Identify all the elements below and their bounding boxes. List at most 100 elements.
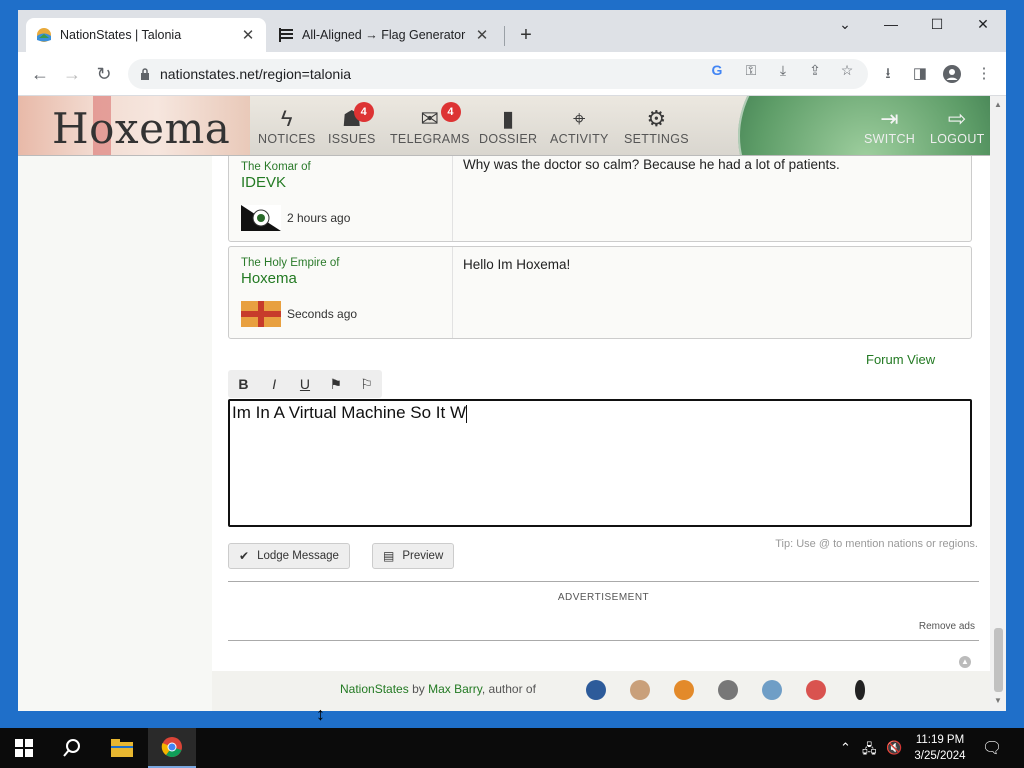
- nav-logout[interactable]: ⇨ LOGOUT: [930, 106, 985, 146]
- side-panel-icon[interactable]: ◨: [908, 63, 932, 85]
- volume-muted-icon[interactable]: 🔇: [886, 740, 902, 756]
- message-time: Seconds ago: [287, 307, 358, 321]
- file-explorer-icon[interactable]: [98, 728, 146, 768]
- install-app-icon[interactable]: ⤓: [772, 59, 794, 81]
- nav-label: DOSSIER: [479, 132, 538, 146]
- nav-telegrams[interactable]: ✉ 4 TELEGRAMS: [390, 102, 470, 146]
- preview-button[interactable]: ▤ Preview: [372, 543, 455, 569]
- preview-doc-icon: ▤: [383, 549, 395, 563]
- italic-button[interactable]: I: [259, 376, 290, 392]
- nav-label: TELEGRAMS: [390, 132, 470, 146]
- tab-nationstates[interactable]: NationStates | Talonia ✕: [26, 18, 266, 52]
- flag-outline-button[interactable]: ⚐: [351, 376, 382, 393]
- message-textarea[interactable]: Im In A Virtual Machine So It W: [228, 399, 972, 527]
- tab-flag-generator[interactable]: All-Aligned → Flag Generator ✕: [268, 18, 500, 52]
- windows-taskbar: ⌃ 🖧 🔇 11:19 PM 3/25/2024 🗨: [0, 728, 1024, 768]
- key-icon[interactable]: ⚿: [740, 59, 762, 81]
- chrome-taskbar-icon[interactable]: [148, 728, 196, 768]
- nav-label: LOGOUT: [930, 132, 985, 146]
- book-eye-icon[interactable]: [762, 680, 782, 700]
- page-viewport: The Komar of IDEVK 2 hours ago Why was t…: [18, 96, 990, 711]
- nav-issues[interactable]: ☗ 4 ISSUES: [328, 102, 376, 146]
- left-sidebar: [18, 96, 212, 711]
- tab-search-chevron-icon[interactable]: ⌄: [830, 16, 860, 33]
- close-window-button[interactable]: ✕: [968, 16, 998, 33]
- nav-activity[interactable]: ⌖ ACTIVITY: [550, 106, 609, 146]
- close-tab-icon[interactable]: ✕: [474, 26, 490, 44]
- close-tab-icon[interactable]: ✕: [240, 26, 256, 44]
- nav-switch[interactable]: ⇥ SWITCH: [864, 106, 915, 146]
- person-icon: ☗ 4: [342, 102, 374, 132]
- profile-avatar-icon[interactable]: [940, 63, 964, 85]
- network-icon[interactable]: 🖧: [862, 740, 877, 762]
- browser-toolbar: ← → ↻ nationstates.net/region=talonia G …: [18, 52, 1006, 96]
- message-card: The Holy Empire of Hoxema Seconds ago He…: [228, 246, 972, 339]
- mention-tip: Tip: Use @ to mention nations or regions…: [775, 538, 978, 550]
- book-jennifer-government-icon[interactable]: [674, 680, 694, 700]
- notifications-icon[interactable]: 🗨: [982, 738, 1002, 758]
- forum-view-link[interactable]: Forum View: [866, 352, 935, 367]
- tab-bar: NationStates | Talonia ✕ All-Aligned → F…: [18, 10, 1006, 52]
- nationstates-link[interactable]: NationStates: [340, 682, 409, 696]
- nation-name-link[interactable]: Hoxema: [241, 270, 440, 287]
- max-barry-link[interactable]: Max Barry: [428, 682, 482, 696]
- telegrams-badge: 4: [440, 102, 461, 122]
- nav-label: ACTIVITY: [550, 132, 609, 146]
- system-clock[interactable]: 11:19 PM 3/25/2024: [908, 732, 972, 764]
- search-icon[interactable]: [48, 728, 96, 768]
- scroll-up-icon[interactable]: ▲: [994, 100, 1002, 109]
- text-caret: [466, 404, 468, 423]
- underline-button[interactable]: U: [290, 376, 321, 392]
- tab-separator: [504, 26, 505, 46]
- book-icon: ▮: [501, 106, 515, 131]
- gears-icon: ⚙: [646, 106, 667, 131]
- new-tab-button[interactable]: +: [515, 24, 537, 46]
- lodge-message-button[interactable]: ✔ Lodge Message: [228, 543, 350, 569]
- url-text: nationstates.net/region=talonia: [160, 66, 352, 82]
- nation-pretitle: The Holy Empire of: [241, 257, 340, 269]
- message-draft-text: Im In A Virtual Machine So It W: [232, 403, 467, 422]
- lightning-icon: ϟ: [280, 106, 293, 131]
- nation-pretitle: The Komar of: [241, 161, 311, 173]
- back-arrow-icon[interactable]: ←: [28, 62, 52, 86]
- book-survivors-icon[interactable]: [806, 680, 826, 700]
- flag-filled-button[interactable]: ⚑: [320, 376, 351, 393]
- windows-start-icon[interactable]: [0, 728, 48, 768]
- message-time: 2 hours ago: [287, 211, 351, 225]
- nav-settings[interactable]: ⚙ SETTINGS: [624, 106, 689, 146]
- nation-title[interactable]: Hoxema: [52, 104, 230, 153]
- forward-arrow-icon[interactable]: →: [60, 62, 84, 86]
- scroll-down-icon[interactable]: ▼: [994, 696, 1002, 705]
- google-icon[interactable]: G: [706, 59, 728, 81]
- tray-chevron-icon[interactable]: ⌃: [840, 740, 851, 756]
- nation-name-link[interactable]: IDEVK: [241, 174, 440, 191]
- bookmark-star-icon[interactable]: ☆: [836, 59, 858, 81]
- reload-icon[interactable]: ↻: [92, 62, 116, 86]
- share-icon[interactable]: ⇪: [804, 59, 826, 81]
- downloads-icon[interactable]: ⭳: [876, 63, 900, 85]
- nation-flag-icon[interactable]: [241, 301, 281, 327]
- checkmark-icon: ✔: [239, 549, 250, 563]
- bold-button[interactable]: B: [228, 376, 259, 392]
- tab-title: NationStates | Talonia: [60, 28, 182, 42]
- book-runner-icon[interactable]: [855, 680, 865, 700]
- logout-icon: ⇨: [947, 106, 967, 131]
- book-lexicon-icon[interactable]: [630, 680, 650, 700]
- scroll-top-icon[interactable]: ▲: [959, 656, 971, 668]
- book-company-icon[interactable]: [718, 680, 738, 700]
- minimize-button[interactable]: —: [876, 16, 906, 32]
- remove-ads-link[interactable]: Remove ads: [878, 621, 975, 632]
- book-syrup-icon[interactable]: [586, 680, 606, 700]
- footer-credit: NationStates by Max Barry, author of: [340, 682, 536, 696]
- nav-notices[interactable]: ϟ NOTICES: [258, 106, 316, 146]
- tab-title: All-Aligned → Flag Generator: [302, 28, 466, 42]
- nav-dossier[interactable]: ▮ DOSSIER: [479, 106, 537, 146]
- vertical-scrollbar[interactable]: ▲ ▼: [990, 96, 1006, 711]
- issues-badge: 4: [353, 102, 374, 122]
- nav-label: SWITCH: [864, 132, 916, 146]
- switch-icon: ⇥: [880, 106, 899, 131]
- maximize-button[interactable]: ☐: [922, 16, 952, 33]
- nation-flag-icon[interactable]: [241, 205, 281, 231]
- browser-menu-icon[interactable]: ⋮: [972, 63, 996, 85]
- scrollbar-thumb[interactable]: [994, 628, 1003, 692]
